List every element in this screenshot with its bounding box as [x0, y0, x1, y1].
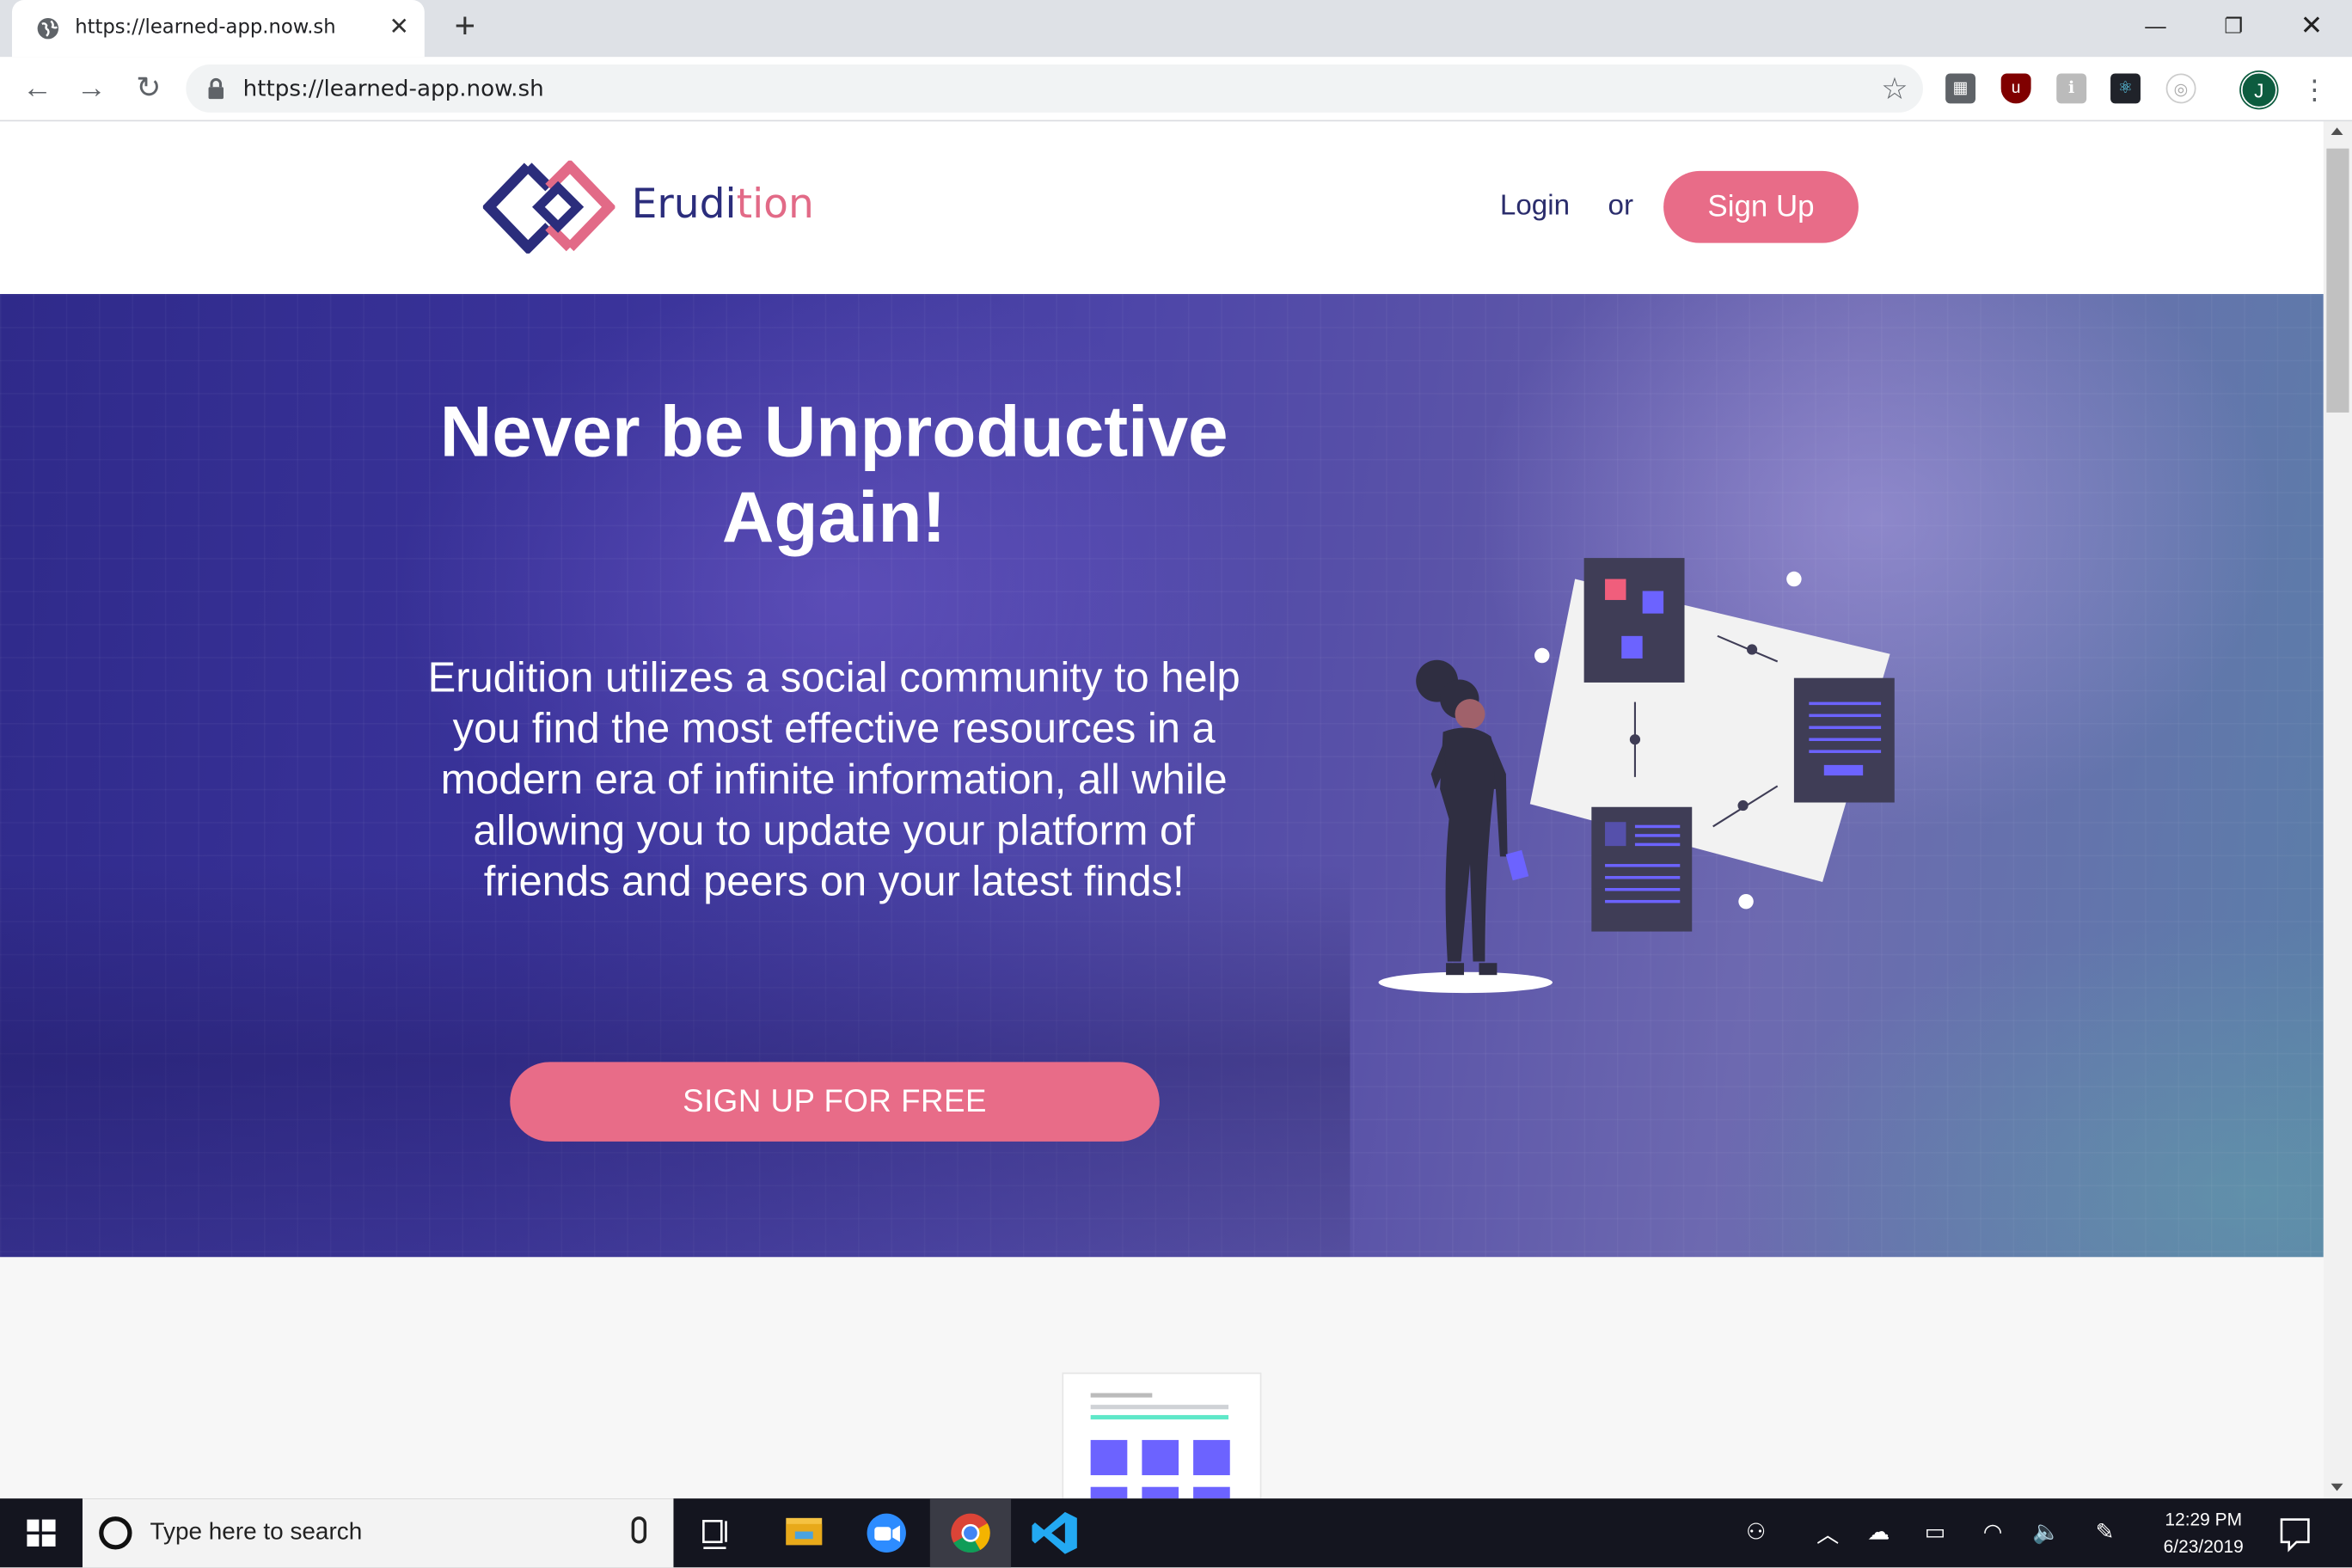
sign-up-button[interactable]: Sign Up [1663, 170, 1859, 243]
hero-illustration [1378, 558, 1895, 994]
microphone-icon[interactable] [631, 1516, 647, 1544]
hero-title: Never be Unproductive Again! [439, 393, 1228, 559]
url-text: https://learned-app.now.sh [242, 75, 544, 102]
page-viewport: Erudition Login or Sign Up Never be Unpr… [0, 121, 2324, 1499]
extension-circle-icon[interactable]: ◎ [2165, 73, 2196, 104]
hero-description: Erudition utilizes a social community to… [427, 653, 1240, 905]
page-scrollbar[interactable] [2323, 121, 2352, 1499]
scroll-up-icon[interactable] [2331, 127, 2343, 136]
or-text: or [1608, 190, 1634, 223]
brand-name[interactable]: Erudition [632, 181, 814, 228]
erudition-logo[interactable] [482, 160, 616, 254]
task-view-icon[interactable] [675, 1498, 756, 1567]
people-icon[interactable]: ⚇ [1746, 1518, 1766, 1546]
sign-up-free-button[interactable]: SIGN UP FOR FREE [510, 1062, 1160, 1142]
battery-icon[interactable]: ▭ [1925, 1518, 1946, 1546]
vscode-icon[interactable] [1015, 1498, 1096, 1567]
system-clock[interactable]: 12:29 PM 6/23/2019 [2145, 1506, 2262, 1560]
cortana-icon [99, 1516, 132, 1550]
globe-icon [37, 17, 59, 40]
clock-time: 12:29 PM [2165, 1509, 2243, 1530]
windows-start-icon[interactable] [0, 1498, 83, 1567]
browser-toolbar: ← → ↻ https://learned-app.now.sh ☆ ▦ u ℹ… [0, 57, 2352, 122]
show-hidden-icons[interactable]: ︿ [1816, 1518, 1839, 1550]
file-explorer-icon[interactable] [763, 1498, 844, 1567]
scroll-down-icon[interactable] [2331, 1483, 2343, 1491]
ublock-icon[interactable]: u [2000, 73, 2031, 104]
pen-icon[interactable]: ✎ [2096, 1518, 2115, 1546]
chrome-icon[interactable] [929, 1498, 1012, 1568]
react-devtools-icon[interactable]: ⚛ [2110, 73, 2141, 104]
forward-icon[interactable]: → [72, 69, 111, 107]
wifi-icon[interactable]: ◠ [1983, 1518, 2003, 1546]
back-icon[interactable]: ← [18, 69, 57, 107]
tab-close-icon[interactable]: ✕ [385, 15, 412, 41]
hero-section: Never be Unproductive Again! Erudition u… [0, 294, 2324, 1258]
apps-grid-icon[interactable]: ▦ [1945, 73, 1976, 104]
site-header: Erudition Login or Sign Up [0, 121, 2324, 294]
tab-title: https://learned-app.now.sh [75, 16, 336, 40]
windows-taskbar: Type here to search ⚇ ︿ ☁ ▭ ◠ 🔈 ✎ 12:29 … [0, 1498, 2352, 1568]
profile-avatar[interactable]: J [2240, 71, 2277, 108]
search-placeholder: Type here to search [150, 1519, 363, 1546]
new-tab-button[interactable]: + [449, 9, 481, 45]
close-window-icon[interactable]: ✕ [2274, 0, 2349, 51]
browser-menu-icon[interactable]: ⋮ [2301, 72, 2328, 108]
taskbar-search[interactable]: Type here to search [82, 1498, 674, 1568]
minimize-icon[interactable]: — [2118, 0, 2193, 51]
clock-date: 6/23/2019 [2163, 1535, 2244, 1558]
tab-strip: https://learned-app.now.sh ✕ + — ❐ ✕ [0, 0, 2352, 58]
zoom-icon[interactable] [846, 1498, 927, 1567]
bookmark-star-icon[interactable]: ☆ [1881, 70, 1908, 108]
action-center-icon[interactable] [2257, 1498, 2332, 1567]
features-illustration [1062, 1372, 1262, 1499]
restore-icon[interactable]: ❐ [2196, 0, 2271, 51]
extension-icon[interactable]: ℹ [2056, 73, 2087, 104]
browser-tab[interactable]: https://learned-app.now.sh ✕ [11, 0, 425, 58]
login-link[interactable]: Login [1500, 191, 1570, 224]
volume-icon[interactable]: 🔈 [2032, 1518, 2061, 1546]
onedrive-icon[interactable]: ☁ [1867, 1518, 1890, 1546]
lock-icon [208, 77, 224, 100]
scrollbar-thumb[interactable] [2326, 148, 2349, 413]
reload-icon[interactable]: ↻ [129, 69, 168, 107]
address-bar[interactable]: https://learned-app.now.sh ☆ [186, 64, 1923, 113]
